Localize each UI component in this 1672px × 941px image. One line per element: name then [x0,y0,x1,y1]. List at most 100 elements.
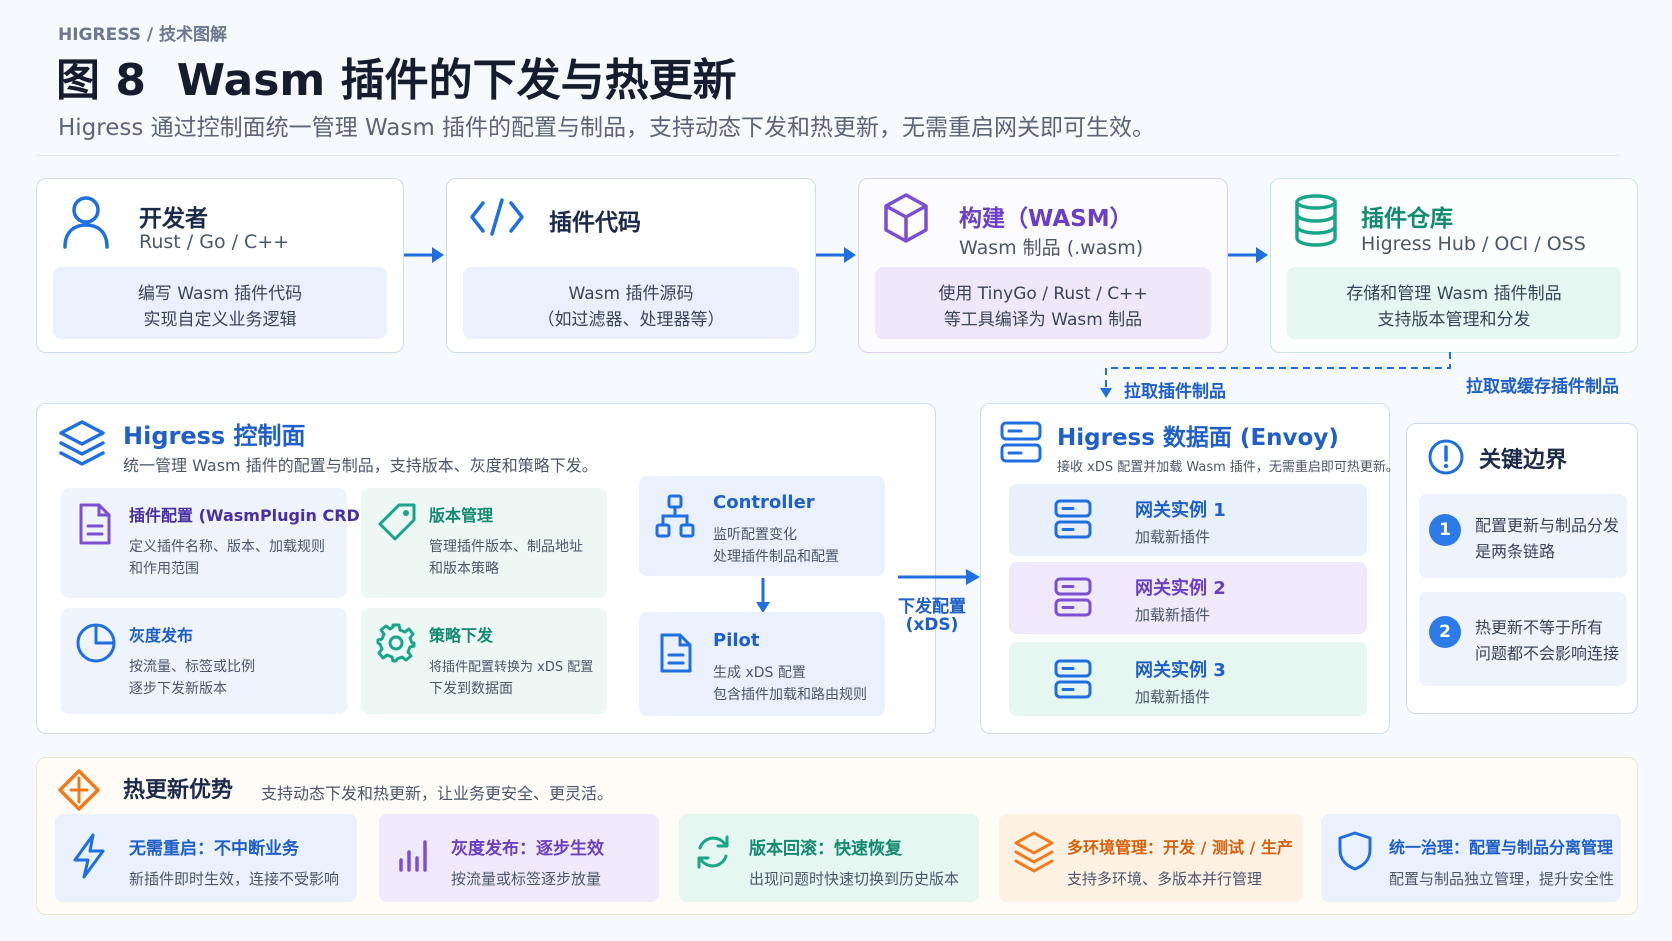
boundary-item-1: 1 配置更新与制品分发 是两条链路 [1419,494,1627,578]
feature-version-mgmt-line1: 管理插件版本、制品地址 [429,539,583,555]
developer-card: 开发者 Rust / Go / C++ 编写 Wasm 插件代码 实现自定义业务… [36,178,404,353]
advantages-panel: 热更新优势 支持动态下发和热更新，让业务更安全、更灵活。 无需重启：不中断业务 … [36,757,1638,915]
data-plane-title: Higress 数据面 (Envoy) [1057,425,1339,451]
controller-to-pilot-arrow [756,578,770,613]
breadcrumb-brand: HIGRESS [58,25,141,45]
build-desc-1: 使用 TinyGo / Rust / C++ [938,284,1148,304]
advantage-multi-env-desc: 支持多环境、多版本并行管理 [1067,870,1263,888]
advantage-no-restart: 无需重启：不中断业务 新插件即时生效，连接不受影响 [55,814,357,902]
breadcrumb-section: 技术图解 [159,25,227,45]
advantage-canary-desc: 按流量或标签逐步放量 [451,870,602,888]
feature-canary: 灰度发布 按流量、标签或比例 逐步下发新版本 [61,608,347,714]
boundary-badge-2: 2 [1429,616,1461,648]
lightning-icon [71,832,107,880]
advantages-title: 热更新优势 [123,778,234,803]
advantage-governance-title: 统一治理：配置与制品分离管理 [1389,838,1614,857]
feature-plugin-config-line1: 定义插件名称、版本、加载规则 [129,539,325,555]
build-desc-box: 使用 TinyGo / Rust / C++ 等工具编译为 Wasm 制品 [875,267,1211,339]
gateway-instance-2: 网关实例 2 加载新插件 [1009,562,1367,634]
flow-arrow-3 [1228,247,1268,263]
document-icon [77,502,113,546]
file-icon [659,632,693,674]
plugin-repo-desc-2: 支持版本管理和分发 [1377,310,1531,330]
control-plane-panel: Higress 控制面 统一管理 Wasm 插件的配置与制品，支持版本、灰度和策… [36,403,936,734]
feature-version-mgmt-line2: 和版本策略 [429,561,499,577]
page-title: 图 8 Wasm 插件的下发与热更新 [56,55,737,106]
key-boundary-panel: 关键边界 1 配置更新与制品分发 是两条链路 2 热更新不等于所有 问题都不会影… [1406,423,1638,714]
gateway-instance-1-title: 网关实例 1 [1135,500,1226,521]
shield-icon [1337,830,1373,872]
feature-policy-dispatch-line2: 下发到数据面 [429,681,513,697]
server-icon [1053,498,1093,540]
build-subtitle: Wasm 制品 (.wasm) [959,237,1144,259]
feature-canary-line1: 按流量、标签或比例 [129,659,255,675]
user-icon [61,193,111,249]
advantage-no-restart-title: 无需重启：不中断业务 [129,839,299,859]
data-plane-panel: Higress 数据面 (Envoy) 接收 xDS 配置并加载 Wasm 插件… [980,403,1399,734]
boundary-item-1-line2: 是两条链路 [1475,542,1556,561]
gear-icon [375,622,417,664]
page-subtitle: Higress 通过控制面统一管理 Wasm 插件的配置与制品，支持动态下发和热… [58,115,1156,141]
advantage-rollback: 版本回滚：快速恢复 出现问题时快速切换到历史版本 [679,814,979,902]
plugin-repo-desc-1: 存储和管理 Wasm 插件制品 [1346,284,1562,304]
refresh-icon [693,832,733,872]
plugin-code-desc-2: （如过滤器、处理器等） [537,310,725,330]
developer-desc-1: 编写 Wasm 插件代码 [137,284,303,304]
pie-chart-icon [75,622,117,664]
feature-policy-dispatch-line1: 将插件配置转换为 xDS 配置 [429,660,594,675]
pilot-box: Pilot 生成 xDS 配置 包含插件加载和路由规则 [639,612,885,716]
advantage-multi-env-title: 多环境管理：开发 / 测试 / 生产 [1067,838,1293,857]
layers-icon [1013,830,1055,874]
header-divider [36,155,1620,156]
pull-artifact-label: 拉取插件制品 [1124,382,1226,402]
boundary-item-2-line1: 热更新不等于所有 [1475,618,1604,637]
advantage-governance-desc: 配置与制品独立管理，提升安全性 [1389,870,1615,888]
boundary-badge-1: 1 [1429,514,1461,546]
developer-desc-2: 实现自定义业务逻辑 [143,310,297,330]
gateway-instance-2-desc: 加载新插件 [1135,606,1211,624]
cube-icon [881,191,931,245]
plugin-code-card: 插件代码 Wasm 插件源码 （如过滤器、处理器等） [446,178,816,353]
plugin-code-desc-box: Wasm 插件源码 （如过滤器、处理器等） [463,267,799,339]
gateway-instance-1: 网关实例 1 加载新插件 [1009,484,1367,556]
flow-arrow-1 [404,247,444,263]
developer-subtitle: Rust / Go / C++ [139,231,290,253]
advantage-canary: 灰度发布：逐步生效 按流量或标签逐步放量 [379,814,659,902]
plugin-repo-title: 插件仓库 [1361,206,1453,232]
breadcrumb-separator: / [146,25,154,45]
gateway-instance-3: 网关实例 3 加载新插件 [1009,642,1367,716]
advantage-rollback-title: 版本回滚：快速恢复 [749,839,902,859]
build-desc-2: 等工具编译为 Wasm 制品 [943,310,1143,330]
feature-policy-dispatch-title: 策略下发 [429,626,494,645]
dispatch-label-line1: 下发配置 [898,597,966,617]
code-icon [469,197,525,237]
advantage-canary-title: 灰度发布：逐步生效 [451,839,604,859]
control-plane-desc: 统一管理 Wasm 插件的配置与制品，支持版本、灰度和策略下发。 [123,456,598,475]
gateway-instance-3-desc: 加载新插件 [1135,688,1211,706]
boundary-item-2-line2: 问题都不会影响连接 [1475,644,1620,663]
database-icon [1293,193,1339,247]
pull-or-cache-label: 拉取或缓存插件制品 [1466,377,1619,397]
controller-line2: 处理插件制品和配置 [713,549,839,565]
gateway-instance-2-title: 网关实例 2 [1135,578,1226,599]
flow-arrow-2 [816,247,856,263]
layers-icon [57,418,107,468]
controller-line1: 监听配置变化 [713,527,797,543]
developer-title: 开发者 [139,206,208,232]
plugin-code-title: 插件代码 [549,210,641,236]
dispatch-arrow [898,569,980,585]
bar-chart-icon [397,838,429,872]
advantage-governance: 统一治理：配置与制品分离管理 配置与制品独立管理，提升安全性 [1321,814,1621,902]
dispatch-label-line2: (xDS) [905,615,959,635]
server-icon [1053,576,1093,618]
control-plane-title: Higress 控制面 [123,422,306,450]
gateway-instance-1-desc: 加载新插件 [1135,528,1211,546]
server-icon [999,420,1043,464]
pilot-line2: 包含插件加载和路由规则 [713,687,867,703]
pilot-title: Pilot [713,630,760,651]
feature-canary-line2: 逐步下发新版本 [129,681,227,697]
advantage-multi-env: 多环境管理：开发 / 测试 / 生产 支持多环境、多版本并行管理 [999,814,1303,902]
developer-desc-box: 编写 Wasm 插件代码 实现自定义业务逻辑 [53,267,387,339]
data-plane-desc: 接收 xDS 配置并加载 Wasm 插件，无需重启即可热更新。 [1057,460,1399,475]
server-icon [1053,658,1093,700]
